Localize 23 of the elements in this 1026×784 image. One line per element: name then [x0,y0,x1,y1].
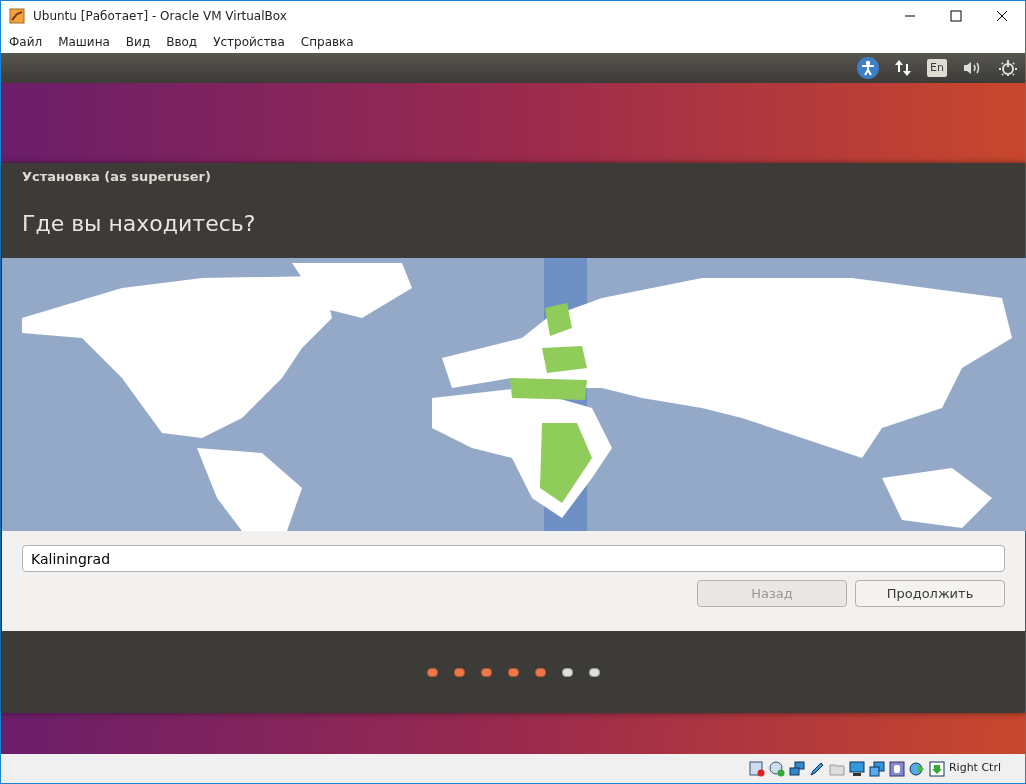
menu-item[interactable]: Справка [292,33,362,51]
keyboard-layout-indicator[interactable]: En [927,58,947,78]
network-icon[interactable] [788,760,805,777]
location-field[interactable]: Kaliningrad [22,545,1005,572]
menu-item[interactable]: Файл [1,33,51,51]
accessibility-icon[interactable] [857,57,880,79]
app-icon [9,8,25,24]
network-arrows-icon[interactable] [895,59,912,77]
optical-disc-icon[interactable] [768,760,785,777]
dialog-title: Установка (as superuser) [22,168,212,186]
chip-icon[interactable] [888,760,905,777]
host-key-label: Right Ctrl [948,760,1001,777]
monitor-icon[interactable] [848,760,865,777]
window-title: Ubuntu [Работает] - Oracle VM VirtualBox [33,8,287,25]
power-gear-icon[interactable] [999,59,1017,77]
menu-item[interactable]: Ввод [158,33,206,51]
continue-button[interactable]: Продолжить [855,580,1005,607]
menu-item[interactable]: Устройства [205,33,293,51]
menu-item[interactable]: Вид [117,33,159,51]
page-heading: Где вы находитесь? [22,209,257,238]
pen-icon[interactable] [808,760,825,777]
windows-icon[interactable] [868,760,885,777]
menu-item[interactable]: Машина [50,33,118,51]
